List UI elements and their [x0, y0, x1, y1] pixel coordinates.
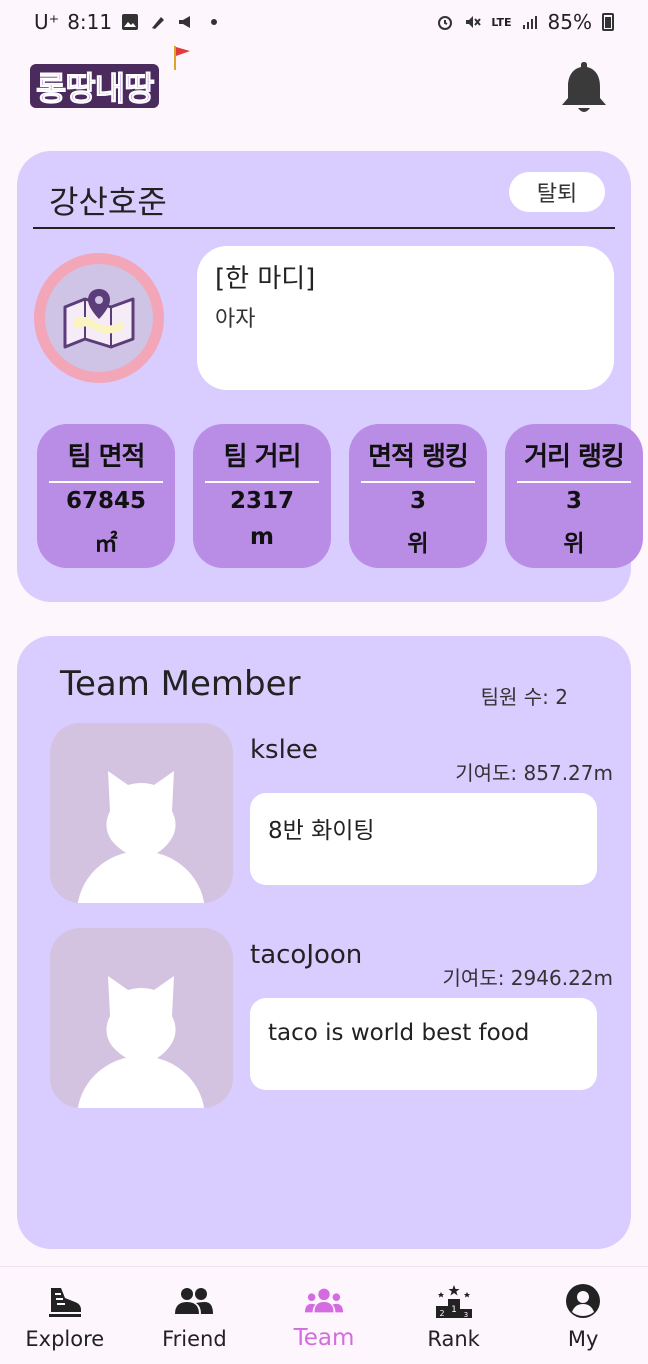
- member-item[interactable]: kslee 기여도: 857.27m 8반 화이팅: [50, 723, 613, 903]
- pen-icon: [148, 12, 168, 32]
- svg-text:1: 1: [451, 1305, 457, 1315]
- nav-rank[interactable]: 1 2 3 Rank: [389, 1267, 519, 1364]
- team-name: 강산호준: [49, 183, 167, 221]
- nav-label: Team: [293, 1325, 355, 1351]
- stat-unit: 위: [563, 531, 585, 557]
- stat-unit: m: [250, 524, 274, 550]
- app-header: 롱땅내땅: [0, 44, 648, 134]
- divider: [49, 481, 163, 483]
- stat-value: 67845: [65, 488, 147, 514]
- member-item[interactable]: tacoJoon 기여도: 2946.22m taco is world bes…: [50, 928, 613, 1108]
- nav-label: Explore: [25, 1327, 105, 1351]
- nav-label: Rank: [427, 1327, 480, 1351]
- megaphone-icon: [176, 12, 196, 32]
- bell-icon[interactable]: [558, 58, 610, 118]
- stat-label: 팀 거리: [223, 442, 302, 472]
- member-name: kslee: [250, 735, 318, 765]
- bottom-navigation: Explore Friend Team 1 2 3 Rank My: [0, 1266, 648, 1364]
- nav-my[interactable]: My: [518, 1267, 648, 1364]
- stat-team-distance: 팀 거리 2317 m: [193, 424, 331, 568]
- member-contribution: 기여도: 857.27m: [455, 761, 613, 785]
- account-icon: [563, 1281, 603, 1321]
- people-icon: [174, 1281, 214, 1321]
- stat-label: 팀 면적: [67, 442, 146, 472]
- cat-avatar-icon: [77, 771, 205, 903]
- stat-value: 3: [409, 488, 426, 514]
- stat-unit: ㎡: [94, 531, 118, 557]
- stat-distance-rank: 거리 랭킹 3 위: [505, 424, 643, 568]
- gallery-icon: [120, 12, 140, 32]
- battery-percent: 85%: [547, 10, 592, 34]
- team-avatar: [34, 253, 164, 383]
- signal-icon: [520, 12, 540, 32]
- member-message: taco is world best food: [250, 998, 597, 1090]
- map-pin-icon: [63, 289, 135, 349]
- nav-label: Friend: [162, 1327, 227, 1351]
- motto-title: [한 마디]: [215, 264, 316, 294]
- sneaker-icon: [45, 1281, 85, 1321]
- team-stats: 팀 면적 67845 ㎡ 팀 거리 2317 m 면적 랭킹 3 위 거리 랭킹…: [37, 424, 643, 568]
- flag-icon: [174, 46, 190, 70]
- stat-unit: 위: [407, 531, 429, 557]
- motto-text: 아자: [215, 307, 256, 332]
- member-avatar: [50, 723, 233, 903]
- stat-area-rank: 면적 랭킹 3 위: [349, 424, 487, 568]
- member-avatar: [50, 928, 233, 1108]
- team-members-card: Team Member 팀원 수: 2 kslee 기여도: 857.27m 8…: [17, 636, 631, 1249]
- stat-team-area: 팀 면적 67845 ㎡: [37, 424, 175, 568]
- leave-team-button[interactable]: 탈퇴: [509, 172, 605, 212]
- svg-text:3: 3: [463, 1311, 467, 1319]
- battery-icon: [602, 13, 614, 31]
- alarm-icon: [435, 12, 455, 32]
- stat-value: 3: [565, 488, 582, 514]
- dot-icon: [204, 12, 224, 32]
- nav-label: My: [567, 1327, 599, 1351]
- nav-friend[interactable]: Friend: [130, 1267, 260, 1364]
- clock: 8:11: [67, 10, 113, 34]
- podium-icon: 1 2 3: [434, 1281, 474, 1321]
- team-icon: [304, 1281, 344, 1321]
- svg-text:2: 2: [439, 1309, 444, 1318]
- stat-label: 면적 랭킹: [368, 442, 469, 472]
- app-logo: 롱땅내땅: [30, 64, 160, 109]
- team-motto-box: [한 마디] 아자: [197, 246, 614, 390]
- nav-team[interactable]: Team: [259, 1267, 389, 1364]
- team-card: 강산호준 탈퇴 [한 마디] 아자 팀 면적 67845 ㎡ 팀 거리 2317: [17, 151, 643, 602]
- stat-value: 2317: [229, 488, 294, 514]
- member-name: tacoJoon: [250, 940, 363, 970]
- member-count: 팀원 수: 2: [480, 685, 568, 709]
- divider: [517, 481, 631, 483]
- mute-icon: [463, 12, 483, 32]
- member-contribution: 기여도: 2946.22m: [442, 966, 613, 990]
- members-title: Team Member: [60, 664, 301, 704]
- cat-avatar-icon: [77, 976, 205, 1108]
- divider: [205, 481, 319, 483]
- divider: [33, 227, 615, 229]
- member-message: 8반 화이팅: [250, 793, 597, 885]
- nav-explore[interactable]: Explore: [0, 1267, 130, 1364]
- carrier-label: U⁺: [34, 10, 60, 34]
- network-label: LTE: [491, 15, 512, 29]
- status-bar: U⁺ 8:11 LTE 85%: [0, 0, 648, 44]
- stat-label: 거리 랭킹: [524, 442, 625, 472]
- divider: [361, 481, 475, 483]
